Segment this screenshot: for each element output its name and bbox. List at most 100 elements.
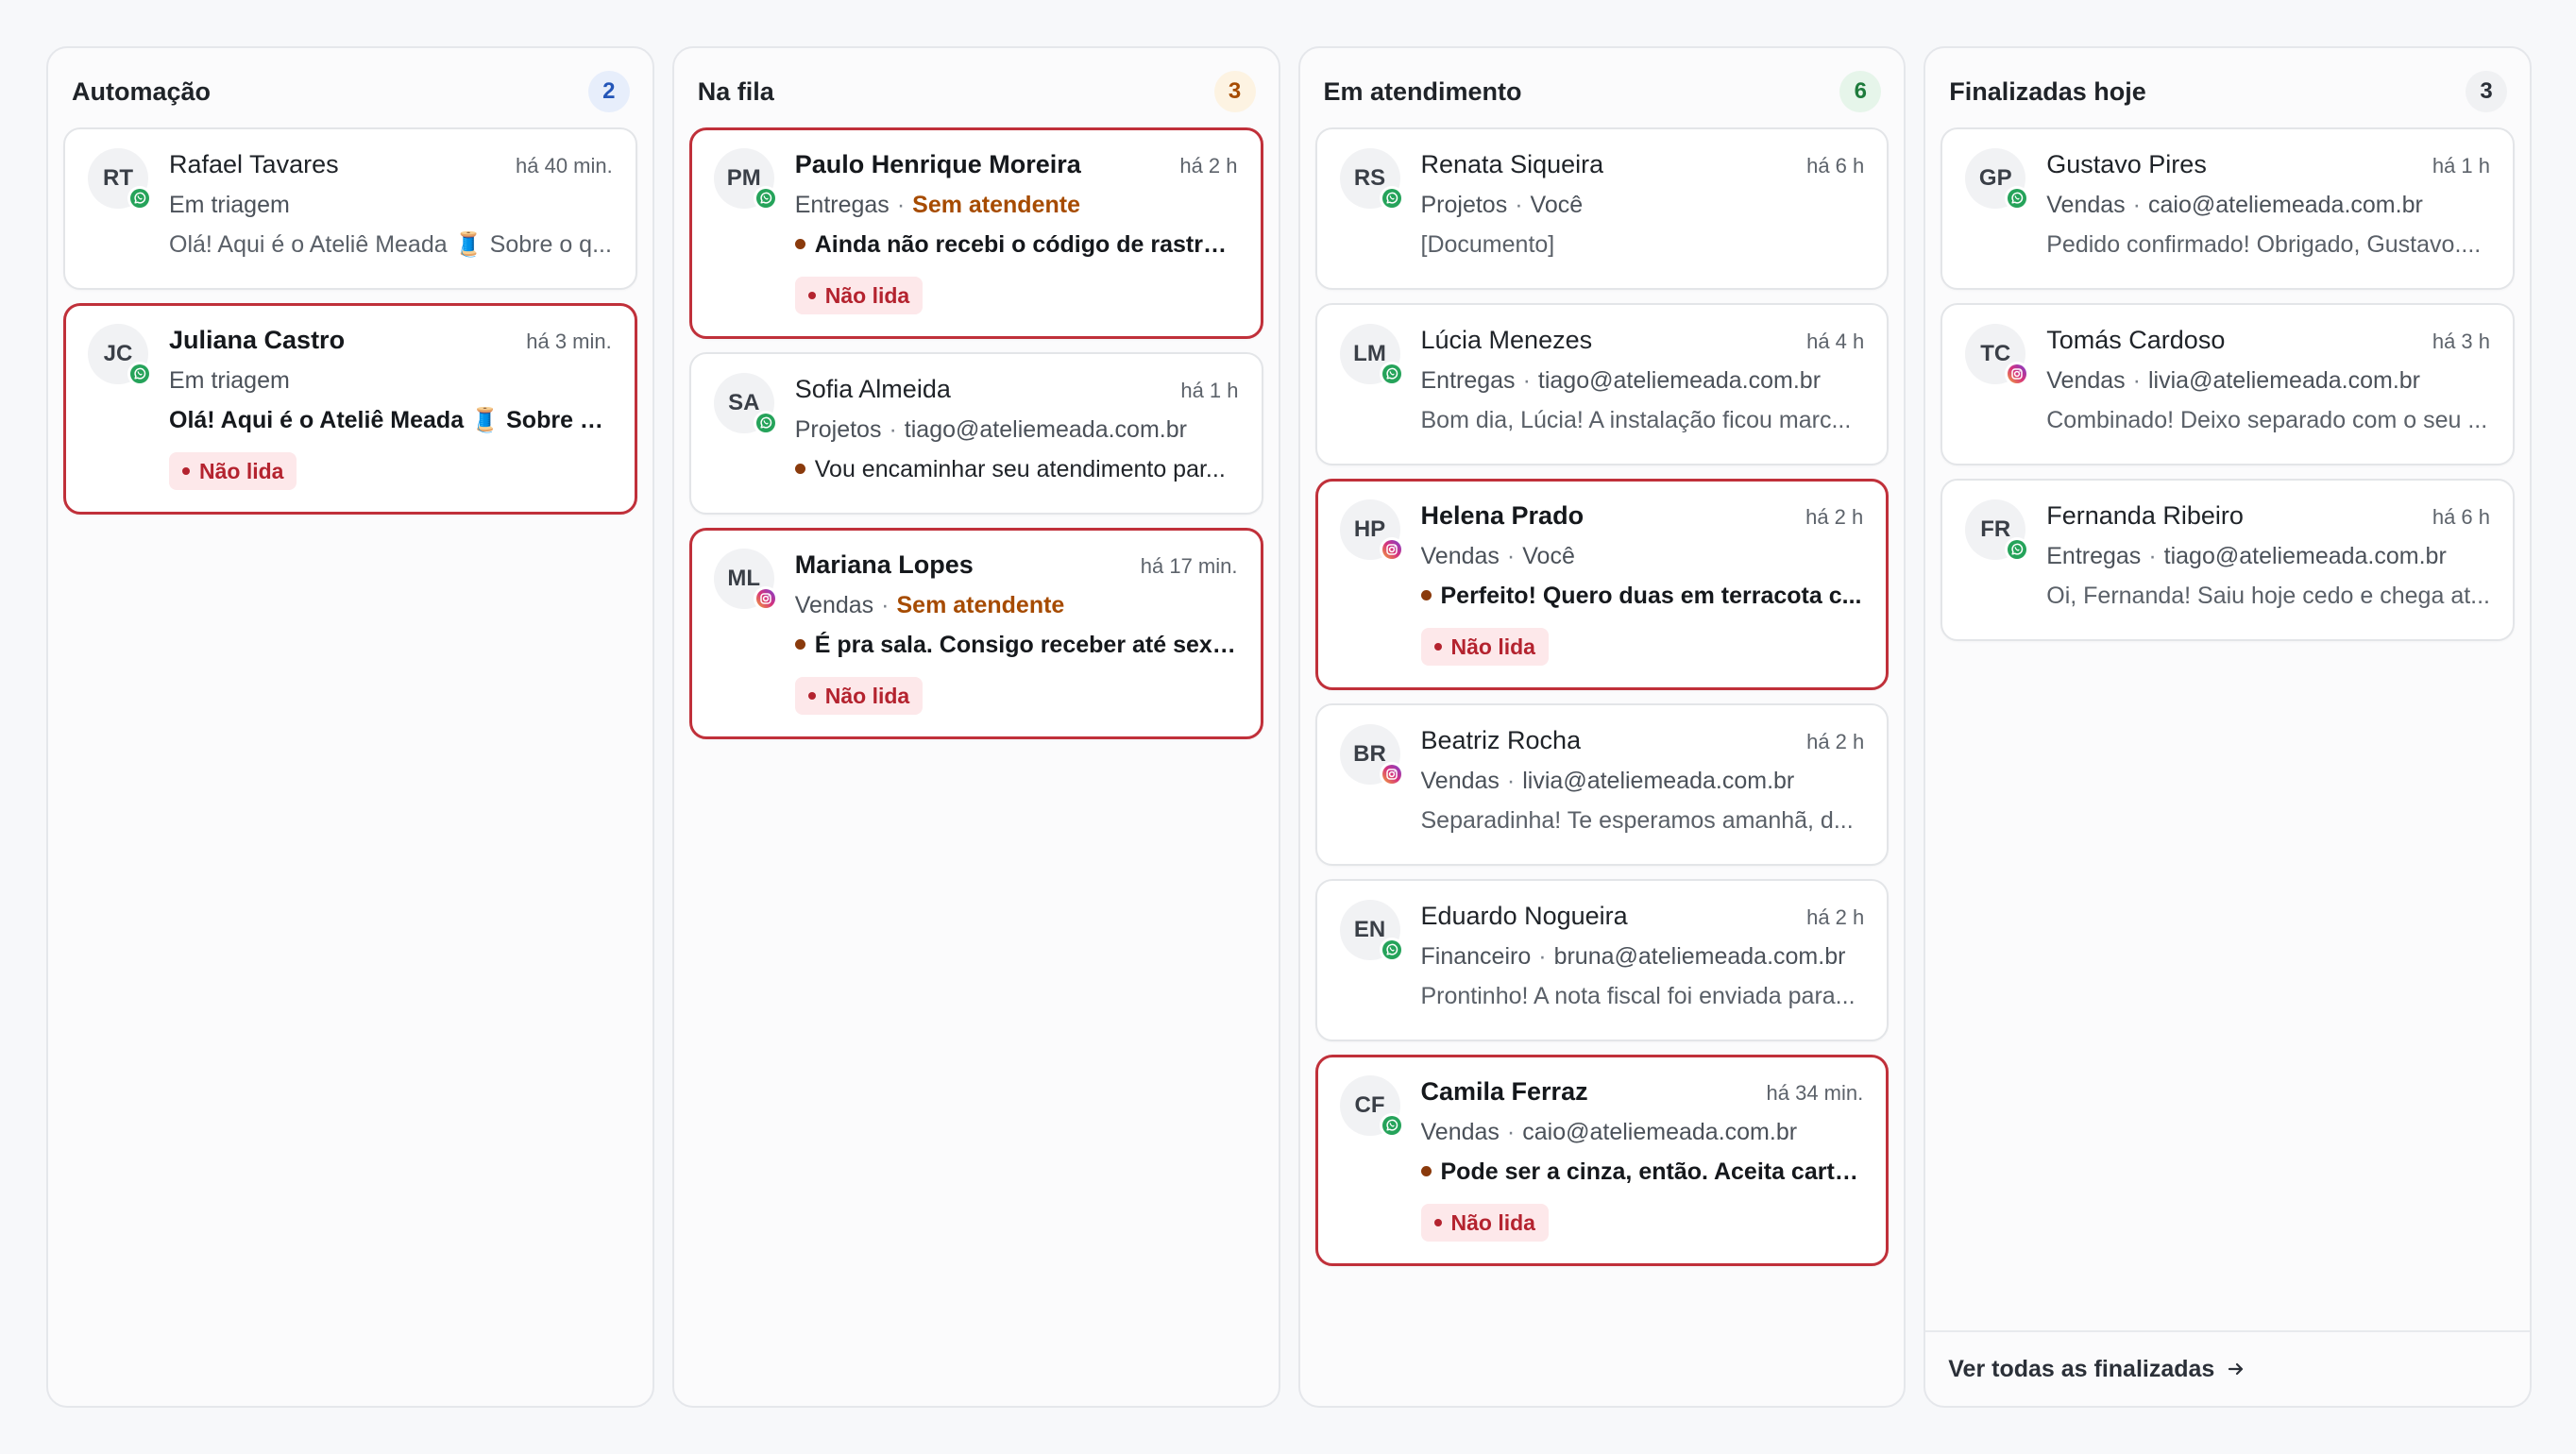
avatar: HP <box>1339 499 1404 562</box>
conversation-card[interactable]: ML Mariana Lopes há 17 min. Vendas · Sem aten… <box>688 528 1263 739</box>
conversation-card[interactable]: RT Rafael Tavares há 40 min. Em triagem Olá!… <box>63 127 637 290</box>
avatar: LM <box>1339 324 1404 386</box>
department-agent-row: Vendas · caio@ateliemeada.com.br <box>1421 1119 1864 1151</box>
contact-name: Juliana Castro <box>169 326 346 354</box>
column-count-badge: 6 <box>1839 71 1882 112</box>
agent-label: Você <box>1522 543 1575 569</box>
column-title: Automação <box>72 76 212 106</box>
timestamp: há 6 h <box>2432 505 2490 529</box>
preview-text: Pedido confirmado! Obrigado, Gustavo.... <box>2046 231 2482 258</box>
card-list: PM Paulo Henrique Moreira há 2 h Entregas · S… <box>688 127 1263 739</box>
unread-label: Não lida <box>1450 634 1535 659</box>
separator-dot: · <box>1522 367 1531 394</box>
contact-name: Camila Ferraz <box>1420 1077 1588 1106</box>
conversation-card[interactable]: JC Juliana Castro há 3 min. Em triagem Olá! … <box>63 303 637 515</box>
preview-text: Pode ser a cinza, então. Aceita cartã... <box>1440 1158 1864 1185</box>
pending-dot-icon <box>794 639 805 650</box>
department-agent-row: Entregas · tiago@ateliemeada.com.br <box>1421 367 1865 399</box>
timestamp: há 2 h <box>1806 730 1865 753</box>
avatar: GP <box>1965 148 2030 211</box>
view-all-finished-link[interactable]: Ver todas as finalizadas <box>1925 1330 2530 1406</box>
conversation-card[interactable]: FR Fernanda Ribeiro há 6 h Entregas · tiago@a… <box>1940 479 2515 641</box>
department-label: Vendas <box>1420 768 1500 794</box>
preview-text: Ainda não recebi o código de rastrei... <box>814 231 1238 258</box>
separator-dot: · <box>1506 1119 1516 1145</box>
whatsapp-icon <box>127 186 152 211</box>
conversation-card[interactable]: RS Renata Siqueira há 6 h Projetos · Você [Doc… <box>1314 127 1890 290</box>
conversation-card[interactable]: BR Beatriz Rocha há 2 h Vendas · livia@atelie… <box>1314 703 1890 866</box>
separator-dot: · <box>1515 192 1523 218</box>
avatar: BR <box>1339 724 1404 786</box>
contact-name: Tomás Cardoso <box>2046 326 2226 354</box>
department-label: Entregas <box>794 192 890 218</box>
unread-dot-icon <box>1433 643 1442 651</box>
avatar: TC <box>1965 324 2030 386</box>
preview-text: Oi, Fernanda! Saiu hoje cedo e chega at.… <box>2046 583 2490 609</box>
message-preview: Perfeito! Quero duas em terracota c... <box>1420 583 1864 615</box>
column-header: Na fila 3 <box>697 69 1256 114</box>
separator-dot: · <box>2148 543 2157 569</box>
card-body: Tomás Cardoso há 3 h Vendas · livia@atelieme… <box>2046 326 2490 439</box>
avatar: PM <box>713 148 778 211</box>
column-0: Automação 2 RT Rafael Tavares há 40 min. Em t… <box>46 46 654 1408</box>
column-count-badge: 3 <box>2466 71 2507 112</box>
timestamp: há 2 h <box>1805 505 1864 529</box>
no-agent-label: Sem atendente <box>912 192 1080 218</box>
contact-name: Beatriz Rocha <box>1420 726 1582 754</box>
card-body: Renata Siqueira há 6 h Projetos · Você [Docum… <box>1421 150 1865 263</box>
message-preview: Olá! Aqui é o Ateliê Meada 🧵 Sobre o q..… <box>169 231 613 263</box>
agent-label: livia@ateliemeada.com.br <box>1522 768 1795 794</box>
separator-dot: · <box>889 416 897 443</box>
conversation-card[interactable]: PM Paulo Henrique Moreira há 2 h Entregas · S… <box>688 127 1263 339</box>
conversation-card[interactable]: TC Tomás Cardoso há 3 h Vendas · livia@atelie… <box>1940 303 2515 465</box>
message-preview: Ainda não recebi o código de rastrei... <box>794 231 1238 263</box>
preview-text: [Documento] <box>1420 231 1555 258</box>
contact-name: Sofia Almeida <box>794 375 951 403</box>
card-body: Helena Prado há 2 h Vendas · Você Perfeito! Q… <box>1420 501 1864 666</box>
message-preview: Olá! Aqui é o Ateliê Meada 🧵 Sobre o ... <box>169 407 612 439</box>
department-agent-row: Entregas · Sem atendente <box>795 192 1238 224</box>
conversation-card[interactable]: SA Sofia Almeida há 1 h Projetos · tiago@atel… <box>688 352 1263 515</box>
card-body: Fernanda Ribeiro há 6 h Entregas · tiago@ate… <box>2046 501 2490 615</box>
separator-dot: · <box>2132 192 2141 218</box>
column-header: Em atendimento 6 <box>1323 69 1882 114</box>
message-preview: Oi, Fernanda! Saiu hoje cedo e chega at.… <box>2046 583 2490 615</box>
preview-text: Olá! Aqui é o Ateliê Meada 🧵 Sobre o q..… <box>169 231 612 258</box>
conversation-card[interactable]: GP Gustavo Pires há 1 h Vendas · caio@ateliem… <box>1940 127 2515 290</box>
kanban-board: Automação 2 RT Rafael Tavares há 40 min. Em t… <box>46 46 2532 1408</box>
card-header-row: Paulo Henrique Moreira há 2 h <box>795 150 1238 184</box>
card-header-row: Fernanda Ribeiro há 6 h <box>2046 501 2490 535</box>
preview-text: Separadinha! Te esperamos amanhã, d... <box>1420 807 1854 834</box>
avatar-initials: JC <box>103 341 133 366</box>
contact-name: Fernanda Ribeiro <box>2046 501 2244 530</box>
instagram-icon <box>753 586 778 611</box>
department-label: Vendas <box>2046 367 2126 394</box>
department-label: Vendas <box>1420 543 1500 569</box>
conversation-card[interactable]: LM Lúcia Menezes há 4 h Entregas · tiago@atel… <box>1314 303 1890 465</box>
agent-label: caio@ateliemeada.com.br <box>2148 192 2423 218</box>
view-all-label: Ver todas as finalizadas <box>1948 1355 2215 1382</box>
unread-badge: Não lida <box>794 277 924 314</box>
contact-name: Mariana Lopes <box>794 550 974 579</box>
department-label: Vendas <box>2046 192 2126 218</box>
unread-badge: Não lida <box>1420 628 1549 666</box>
conversation-card[interactable]: CF Camila Ferraz há 34 min. Vendas · caio@ate… <box>1314 1055 1890 1266</box>
agent-label: tiago@ateliemeada.com.br <box>2163 543 2447 569</box>
avatar: JC <box>88 324 152 386</box>
instagram-icon <box>2005 362 2030 386</box>
separator-dot: · <box>896 192 906 218</box>
department-label: Projetos <box>794 416 882 443</box>
unread-label: Não lida <box>824 282 910 308</box>
preview-text: Olá! Aqui é o Ateliê Meada 🧵 Sobre o ... <box>169 407 612 433</box>
contact-name: Helena Prado <box>1420 501 1585 530</box>
avatar: EN <box>1339 900 1404 962</box>
card-body: Camila Ferraz há 34 min. Vendas · caio@ateli… <box>1420 1077 1864 1242</box>
department-agent-row: Vendas · Você <box>1421 543 1864 575</box>
unread-dot-icon <box>1433 1219 1442 1226</box>
conversation-card[interactable]: HP Helena Prado há 2 h Vendas · Você Perfeito!… <box>1314 479 1890 690</box>
card-header-row: Gustavo Pires há 1 h <box>2046 150 2490 184</box>
card-header-row: Sofia Almeida há 1 h <box>795 375 1239 409</box>
conversation-card[interactable]: EN Eduardo Nogueira há 2 h Financeiro · bruna… <box>1314 879 1890 1041</box>
preview-text: Bom dia, Lúcia! A instalação ficou marc.… <box>1420 407 1852 433</box>
whatsapp-icon <box>753 411 778 435</box>
